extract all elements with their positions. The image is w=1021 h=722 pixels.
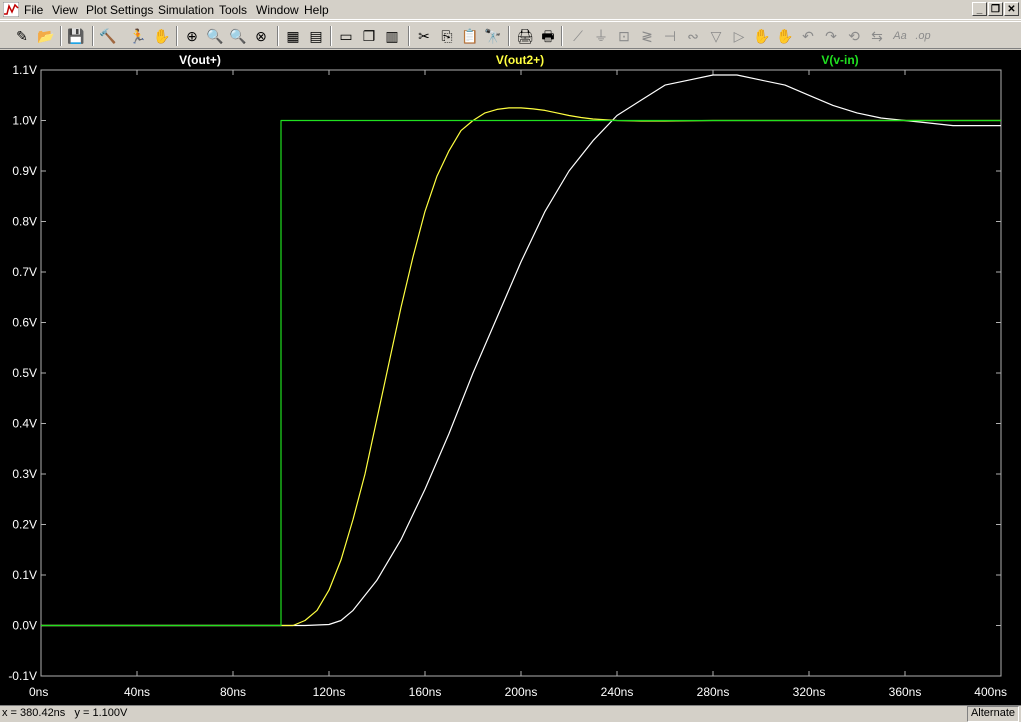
- trace-v-out-: [41, 74, 1001, 627]
- menu-help[interactable]: Help: [302, 3, 331, 17]
- x-tick-label: 40ns: [124, 685, 150, 699]
- trace-label-0[interactable]: V(out+): [179, 53, 221, 67]
- print-icon[interactable]: 🖶: [538, 26, 558, 46]
- menu-tools[interactable]: Tools: [217, 3, 249, 17]
- x-tick-label: 120ns: [313, 685, 346, 699]
- zoom-cancel-icon[interactable]: ⊗: [251, 26, 271, 46]
- toolbar-separator: [60, 26, 62, 46]
- label-net-icon[interactable]: ⊡: [614, 26, 634, 46]
- y-tick-label: 0.2V: [12, 518, 37, 532]
- trace-v-out2-: [41, 107, 1001, 627]
- resistor-icon[interactable]: ≷: [637, 26, 657, 46]
- save-icon[interactable]: 💾: [66, 26, 86, 46]
- mirror-icon[interactable]: ⇆: [867, 26, 887, 46]
- y-tick-label: 0.4V: [12, 417, 37, 431]
- drag-icon[interactable]: ✋: [775, 26, 795, 46]
- capacitor-icon[interactable]: ⊣: [660, 26, 680, 46]
- find-icon[interactable]: 🔭: [483, 26, 503, 46]
- y-tick-label: 0.5V: [12, 366, 37, 380]
- x-tick-label: 0ns: [29, 685, 48, 699]
- page-setup-icon[interactable]: 🖨: [515, 26, 535, 46]
- spice-directive-icon[interactable]: .op: [913, 26, 933, 46]
- toolbar-separator: [561, 26, 563, 46]
- copy-icon[interactable]: ⎘: [437, 26, 457, 46]
- inductor-icon[interactable]: ∾: [683, 26, 703, 46]
- x-tick-label: 280ns: [697, 685, 730, 699]
- move-icon[interactable]: ✋: [752, 26, 772, 46]
- ground-icon[interactable]: ⏚: [591, 26, 611, 46]
- plot-frame: [40, 69, 1002, 677]
- zoom-area-icon[interactable]: ⊕: [182, 26, 202, 46]
- component-icon[interactable]: ▷: [729, 26, 749, 46]
- menu-plot-settings[interactable]: Plot Settings: [84, 3, 155, 17]
- menu-file[interactable]: File: [22, 3, 45, 17]
- menu-view[interactable]: View: [50, 3, 80, 17]
- y-tick-label: 0.8V: [12, 215, 37, 229]
- x-tick-label: 360ns: [889, 685, 922, 699]
- text-icon[interactable]: Aa: [890, 26, 910, 46]
- trace-label-1[interactable]: V(out2+): [496, 53, 544, 67]
- run-icon[interactable]: 🏃: [128, 26, 148, 46]
- status-mode-indicator: Alternate: [966, 706, 1019, 722]
- halt-icon[interactable]: ✋: [152, 26, 172, 46]
- edit-schematic-icon[interactable]: ✎: [12, 26, 32, 46]
- autorange-icon[interactable]: ▦: [283, 26, 303, 46]
- cascade-icon[interactable]: ❐: [359, 26, 379, 46]
- minimize-button[interactable]: _: [972, 2, 987, 16]
- y-tick-label: 0.1V: [12, 568, 37, 582]
- diode-icon[interactable]: ▽: [706, 26, 726, 46]
- tile-horizontal-icon[interactable]: ▭: [336, 26, 356, 46]
- undo-icon[interactable]: ↶: [798, 26, 818, 46]
- trace-v-v-in-: [41, 119, 1001, 627]
- tile-vertical-icon[interactable]: ▥: [382, 26, 402, 46]
- paste-icon[interactable]: 📋: [460, 26, 480, 46]
- toolbar-separator: [408, 26, 410, 46]
- trace-label-2[interactable]: V(v-in): [821, 53, 858, 67]
- close-button[interactable]: ✕: [1004, 2, 1019, 16]
- autorange-y-icon[interactable]: ▤: [306, 26, 326, 46]
- toolbar: ✎ 📂 💾 🔨 🏃 ✋ ⊕ 🔍 🔍 ⊗ ▦ ▤ ▭ ❐ ▥ ✂ ⎘ 📋 🔭 🖨 🖶 ⟋ ⏚ ⊡ ≷ ⊣ ∾ ▽ ▷ ✋ ✋ ↶ ↷ ⟲ ⇆ Aa .op: [0, 21, 1021, 49]
- menu-bar: File View Plot Settings Simulation Tools…: [0, 0, 1021, 20]
- toolbar-separator: [330, 26, 332, 46]
- redo-icon[interactable]: ↷: [821, 26, 841, 46]
- x-tick-label: 320ns: [793, 685, 826, 699]
- cut-icon[interactable]: ✂: [414, 26, 434, 46]
- y-tick-label: 0.3V: [12, 467, 37, 481]
- waveform-plot-pane[interactable]: 1.1V 1.0V 0.9V 0.8V 0.7V 0.6V 0.5V 0.4V 0.3V 0.2V…: [0, 50, 1021, 705]
- y-tick-label: -0.1V: [8, 669, 37, 683]
- y-tick-label: 0.6V: [12, 316, 37, 330]
- x-tick-label: 160ns: [409, 685, 442, 699]
- open-icon[interactable]: 📂: [36, 26, 56, 46]
- restore-button[interactable]: ❐: [988, 2, 1003, 16]
- toolbar-separator: [92, 26, 94, 46]
- status-bar: x = 380.42ns y = 1.100V Alternate: [0, 705, 1021, 722]
- y-tick-label: 0.9V: [12, 164, 37, 178]
- cursor-coordinates: x = 380.42ns y = 1.100V: [2, 707, 128, 719]
- y-tick-label: 1.1V: [12, 63, 37, 77]
- y-tick-label: 0.0V: [12, 619, 37, 633]
- menu-simulation[interactable]: Simulation: [156, 3, 216, 17]
- toolbar-separator: [508, 26, 510, 46]
- toolbar-separator: [176, 26, 178, 46]
- x-tick-label: 400ns: [974, 685, 1007, 699]
- menu-window[interactable]: Window: [254, 3, 301, 17]
- x-tick-label: 200ns: [505, 685, 538, 699]
- ltspice-waveform-icon[interactable]: [3, 2, 19, 17]
- y-tick-label: 0.7V: [12, 265, 37, 279]
- toolbar-separator: [277, 26, 279, 46]
- zoom-out-icon[interactable]: 🔍: [228, 26, 248, 46]
- x-tick-label: 80ns: [220, 685, 246, 699]
- y-tick-label: 1.0V: [12, 114, 37, 128]
- zoom-in-icon[interactable]: 🔍: [205, 26, 225, 46]
- x-tick-label: 240ns: [601, 685, 634, 699]
- wire-icon[interactable]: ⟋: [568, 26, 588, 46]
- control-panel-icon[interactable]: 🔨: [98, 26, 118, 46]
- waveform-chart[interactable]: 1.1V 1.0V 0.9V 0.8V 0.7V 0.6V 0.5V 0.4V 0.3V 0.2V…: [0, 50, 1021, 705]
- rotate-icon[interactable]: ⟲: [844, 26, 864, 46]
